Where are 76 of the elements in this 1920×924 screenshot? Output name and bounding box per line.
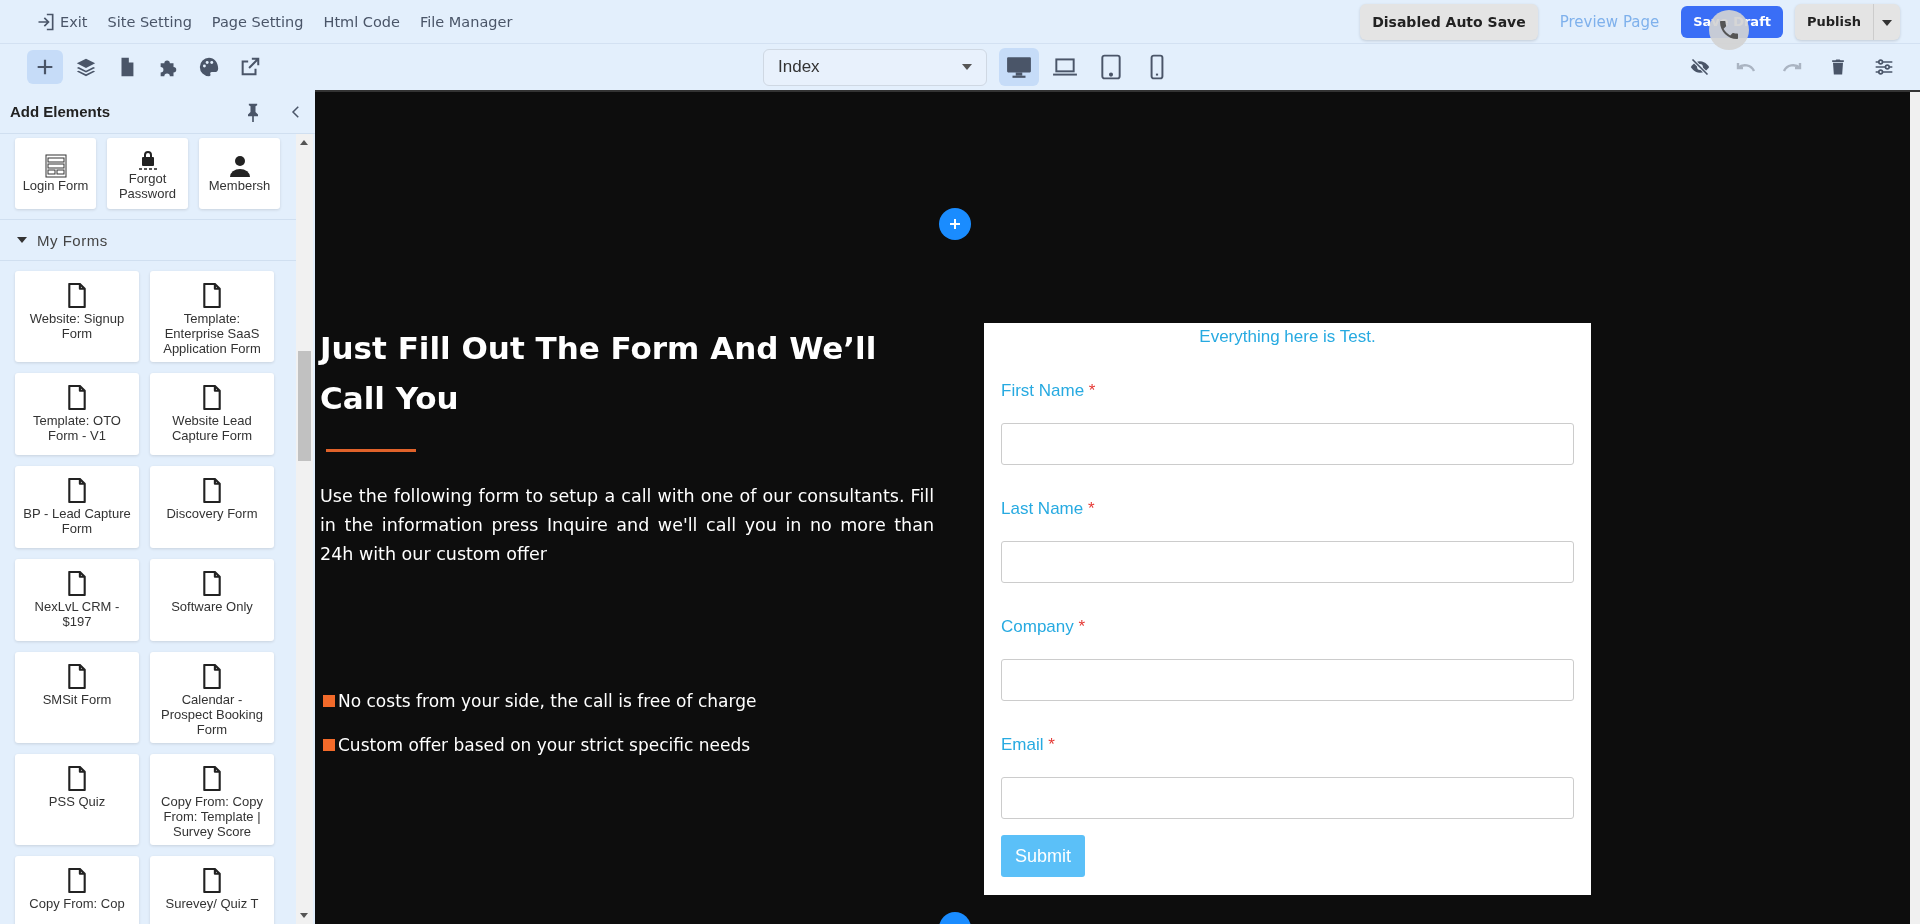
input-field[interactable] [1001, 777, 1574, 819]
menu-link[interactable]: Exit [36, 11, 88, 32]
field-label: Email * [1001, 734, 1056, 756]
palette-icon [198, 56, 220, 78]
heading: Just Fill Out The Form And We’ll Call You [320, 329, 878, 418]
form-card[interactable]: Discovery Form [150, 466, 274, 548]
menu-link[interactable]: Site Setting [107, 11, 192, 32]
document-icon [202, 385, 222, 410]
document-icon [202, 664, 222, 689]
bullet-icon [323, 695, 335, 707]
element-card[interactable]: Forgot Password [107, 138, 188, 209]
document-icon [67, 868, 87, 893]
field-label: Last Name * [1001, 498, 1096, 520]
document-icon [67, 766, 87, 791]
document-icon [202, 283, 222, 308]
paragraph: Use the following form to setup a call with one of our consultants. Fill in the information press Inquire and we'll call you in no more than 24h with our custom offer [320, 485, 934, 566]
tablet-icon [1098, 54, 1124, 80]
form-card[interactable]: Calendar - Prospect Booking Form [150, 652, 274, 743]
desktop-view-button[interactable] [999, 48, 1039, 86]
menu-link[interactable]: Page Setting [211, 11, 304, 32]
document-icon [202, 478, 222, 503]
add-section-button[interactable] [939, 208, 971, 240]
document-icon [202, 766, 222, 791]
form-card[interactable]: Template: Enterprise SaaS Application Form [150, 271, 274, 362]
caret-icon [17, 237, 27, 243]
menu-link[interactable]: Html Code [323, 11, 400, 32]
scroll-down-icon[interactable] [300, 913, 308, 918]
element-card[interactable]: Login Form [15, 138, 96, 209]
document-icon [67, 664, 87, 689]
form-card[interactable]: Website Lead Capture Form [150, 373, 274, 455]
form-card[interactable]: Copy From: Cop [15, 856, 139, 924]
document-icon [67, 283, 87, 308]
undo-icon [1736, 61, 1756, 73]
document-icon [67, 571, 87, 596]
form-notice: Everything here is Test. [1198, 326, 1377, 348]
caret-icon [962, 64, 972, 70]
caret-icon [1882, 20, 1892, 26]
bullet-text: No costs from your side, the call is free of charge [338, 691, 757, 711]
document-icon [202, 571, 222, 596]
form-card[interactable]: PSS Quiz [15, 754, 139, 845]
form-icon [43, 154, 68, 178]
scrollbar-thumb[interactable] [298, 351, 311, 461]
desktop-icon [1006, 54, 1032, 80]
external-icon [239, 56, 261, 78]
form-card[interactable]: Website: Signup Form [15, 271, 139, 362]
exit-icon [36, 11, 56, 32]
panel-title: Add Elements [10, 103, 112, 120]
bullet-icon [323, 739, 335, 751]
form-card[interactable]: Surevey/ Quiz T [150, 856, 274, 924]
field-label: First Name * [1001, 380, 1097, 402]
input-field[interactable] [1001, 541, 1574, 583]
add-tool-button[interactable] [27, 50, 63, 84]
layers-icon [75, 56, 97, 78]
document-icon [67, 478, 87, 503]
section-header[interactable]: My Forms [0, 219, 296, 261]
page-select[interactable]: Index [763, 48, 987, 86]
form-card[interactable]: BP - Lead Capture Form [15, 466, 139, 548]
auto-save-button[interactable]: Disabled Auto Save [1360, 3, 1538, 40]
form-card[interactable]: SMSit Form [15, 652, 139, 743]
scrollbar-track[interactable] [1910, 92, 1920, 924]
bullet-text: Custom offer based on your strict specific needs [338, 735, 751, 755]
form-card[interactable]: Copy From: Copy From: Template | Survey Score [150, 754, 274, 845]
form-card[interactable]: NexLvL CRM - $197 [15, 559, 139, 641]
document-icon [202, 868, 222, 893]
person-icon [227, 154, 252, 178]
field-label: Company * [1001, 616, 1087, 638]
form-card[interactable]: Template: OTO Form - V1 [15, 373, 139, 455]
menu-link[interactable]: File Manager [419, 11, 513, 32]
element-card[interactable]: Membersh [199, 138, 280, 209]
redo-icon [1782, 61, 1802, 73]
form-card[interactable]: Software Only [150, 559, 274, 641]
input-field[interactable] [1001, 659, 1574, 701]
document-icon [67, 385, 87, 410]
plus-icon [949, 218, 961, 230]
input-field[interactable] [1001, 423, 1574, 465]
scroll-up-icon[interactable] [300, 140, 308, 145]
